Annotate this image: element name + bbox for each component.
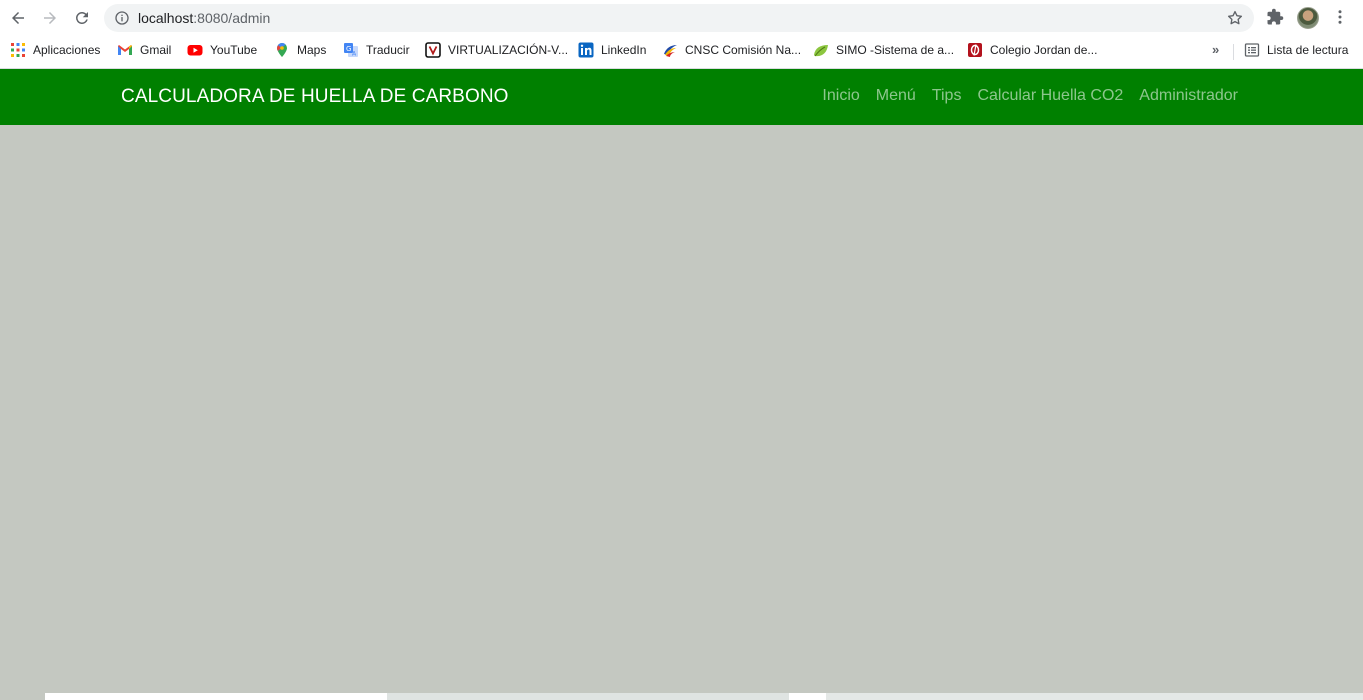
bookmark-label: CNSC Comisión Na... xyxy=(685,43,802,57)
bookmark-gmail[interactable]: Gmail xyxy=(117,40,171,60)
bookmarks-bar: Aplicaciones Gmail YouTube Maps G A Trad… xyxy=(0,36,1363,64)
translate-icon: G A xyxy=(343,42,359,58)
arrow-left-icon xyxy=(12,12,24,24)
virtualizacion-icon xyxy=(425,42,441,58)
content-top-edge xyxy=(0,693,1363,700)
bookmark-label: SIMO -Sistema de a... xyxy=(836,43,955,57)
page-viewport: CALCULADORA DE HUELLA DE CARBONO Inicio … xyxy=(0,69,1363,700)
bookmark-maps[interactable]: Maps xyxy=(274,40,326,60)
bookmark-label: Traducir xyxy=(366,43,410,57)
bookmark-star-icon[interactable] xyxy=(1226,9,1244,27)
bookmarks-divider xyxy=(1233,44,1234,60)
bookmark-label: LinkedIn xyxy=(601,43,647,57)
content-image-edge xyxy=(387,693,789,700)
nav-link-calcular-huella[interactable]: Calcular Huella CO2 xyxy=(977,87,1123,105)
bookmark-simo[interactable]: SIMO -Sistema de a... xyxy=(813,40,954,60)
site-brand[interactable]: CALCULADORA DE HUELLA DE CARBONO xyxy=(121,86,509,108)
arrow-right-icon xyxy=(44,12,56,24)
url-text[interactable]: localhost:8080/admin xyxy=(138,10,270,26)
reading-list-label: Lista de lectura xyxy=(1267,43,1349,57)
simo-leaf-icon xyxy=(813,42,829,58)
chevron-double-right-icon: » xyxy=(1212,42,1220,57)
gmail-icon xyxy=(117,42,133,58)
back-button[interactable] xyxy=(6,6,30,30)
bookmark-linkedin[interactable]: LinkedIn xyxy=(578,40,646,60)
info-icon[interactable] xyxy=(114,10,130,26)
colegio-icon xyxy=(967,42,983,58)
bookmark-virtualizacion[interactable]: VIRTUALIZACIÓN-V... xyxy=(425,40,568,60)
url-host: localhost xyxy=(138,10,194,26)
maps-pin-icon xyxy=(274,42,290,58)
bookmark-label: Gmail xyxy=(140,43,172,57)
content-card-edge xyxy=(45,693,387,700)
bookmark-label: Aplicaciones xyxy=(33,43,101,57)
bookmark-cnsc[interactable]: CNSC Comisión Na... xyxy=(662,40,801,60)
browser-chrome: localhost:8080/admin Aplicaciones Gmail … xyxy=(0,0,1363,69)
bookmark-label: YouTube xyxy=(210,43,258,57)
browser-toolbar: localhost:8080/admin xyxy=(0,0,1363,36)
address-bar[interactable]: localhost:8080/admin xyxy=(104,4,1254,32)
bookmark-label: VIRTUALIZACIÓN-V... xyxy=(448,43,569,57)
profile-avatar[interactable] xyxy=(1297,7,1319,29)
nav-link-tips[interactable]: Tips xyxy=(932,87,962,105)
cnsc-icon xyxy=(662,42,678,58)
more-vert-icon[interactable] xyxy=(1331,8,1349,26)
bookmark-label: Colegio Jordan de... xyxy=(990,43,1098,57)
bookmark-label: Maps xyxy=(297,43,327,57)
content-card-edge xyxy=(789,693,826,700)
site-navbar: CALCULADORA DE HUELLA DE CARBONO Inicio … xyxy=(0,69,1363,125)
content-image-edge xyxy=(826,693,1363,700)
more-bookmarks-button[interactable]: » xyxy=(1212,42,1219,57)
youtube-icon xyxy=(187,42,203,58)
bookmark-colegio[interactable]: Colegio Jordan de... xyxy=(967,40,1097,60)
bookmark-traducir[interactable]: G A Traducir xyxy=(343,40,410,60)
nav-link-inicio[interactable]: Inicio xyxy=(822,87,859,105)
url-path: :8080/admin xyxy=(193,10,271,26)
extensions-puzzle-icon[interactable] xyxy=(1266,8,1284,26)
nav-link-menu[interactable]: Menú xyxy=(876,87,916,105)
reading-list-icon xyxy=(1244,42,1260,58)
reload-icon xyxy=(75,11,88,24)
reading-list-button[interactable]: Lista de lectura xyxy=(1244,40,1348,60)
svg-text:G: G xyxy=(346,45,351,53)
nav-link-administrador[interactable]: Administrador xyxy=(1139,87,1238,105)
forward-button[interactable] xyxy=(38,6,62,30)
reload-button[interactable] xyxy=(70,6,94,30)
site-nav-links: Inicio Menú Tips Calcular Huella CO2 Adm… xyxy=(822,87,1238,105)
bookmark-youtube[interactable]: YouTube xyxy=(187,40,257,60)
linkedin-icon xyxy=(578,42,594,58)
bookmark-aplicaciones[interactable]: Aplicaciones xyxy=(10,40,100,60)
apps-grid-icon xyxy=(10,42,26,58)
